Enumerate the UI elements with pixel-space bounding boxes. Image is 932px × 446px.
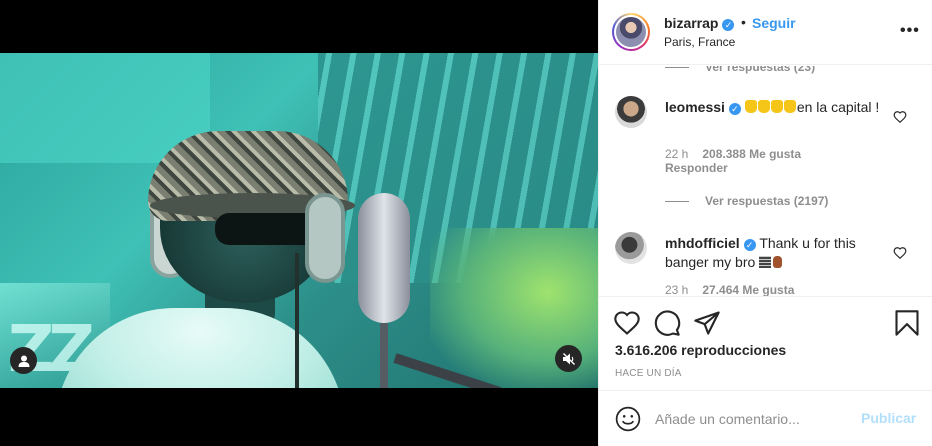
owner-username: bizarrap [664,15,719,31]
follow-button[interactable]: Seguir [752,15,796,31]
peace-hand-emoji-icon [773,256,783,268]
user-tag-icon [18,355,29,367]
heart-icon[interactable] [613,309,641,337]
post-timestamp[interactable]: Hace un día [615,368,682,379]
comment-meta: 22 h 208.388 Me gusta [665,147,801,161]
video-headphone-cord [295,253,299,388]
view-replies-label: Ver respuestas (23) [705,66,816,74]
comment-text: en la capital ! [796,99,880,115]
comment-avatar[interactable] [615,96,647,128]
verified-badge-icon: ✓ [743,239,756,251]
clap-emoji-icon [744,99,797,115]
comment-body: mhdofficiel ✓ Thank u for this banger my … [665,234,890,272]
view-replies-label: Ver respuestas (2197) [705,194,829,208]
comment-username[interactable]: mhdofficiel [665,235,740,251]
comment-username[interactable]: leomessi [665,99,725,115]
verified-badge-icon: ✓ [728,103,741,115]
comment-input[interactable] [655,408,855,430]
comments-list[interactable]: Ver respuestas (23) leomessi ✓ en la capi… [599,66,932,296]
bookmark-icon[interactable] [893,309,921,337]
post-header: bizarrap ✓ • Seguir Paris, France ••• [599,0,932,65]
comment-likes[interactable]: 208.388 Me gusta [702,147,801,161]
view-replies-button[interactable]: Ver respuestas (23) [665,66,815,74]
smile-icon[interactable] [615,406,641,432]
video-headphone-right [305,193,345,283]
comment-icon[interactable] [653,309,681,337]
owner-username-link[interactable]: bizarrap ✓ [664,15,735,31]
muted-speaker-icon [562,352,575,365]
comment-time[interactable]: 22 h [665,147,688,161]
replies-divider [665,66,689,68]
comment-meta: 23 h 27.464 Me gusta [665,283,794,296]
action-bar [599,296,932,346]
share-icon[interactable] [693,309,721,337]
verified-badge-icon: ✓ [722,19,735,31]
header-separator: • [741,14,746,30]
comment-heart-icon[interactable] [893,246,907,260]
owner-avatar[interactable] [612,13,650,51]
view-replies-button[interactable]: Ver respuestas (2197) [665,194,828,208]
comment-item: leomessi ✓ en la capital ! 22 h 208.388 Me… [615,96,932,206]
tagged-users-button[interactable] [10,347,37,374]
comment-item: mhdofficiel ✓ Thank u for this banger my … [615,232,932,296]
mute-toggle-button[interactable] [555,345,582,372]
comment-avatar[interactable] [615,232,647,264]
add-comment-bar: Publicar [599,390,932,446]
post-sidebar: bizarrap ✓ • Seguir Paris, France ••• Ver… [598,0,932,446]
video-player[interactable]: ZZ [0,53,598,388]
owner-avatar-image [616,17,646,47]
comment-time[interactable]: 23 h [665,283,688,296]
reply-button[interactable]: Responder [665,161,728,175]
video-pane[interactable]: ZZ [0,0,598,446]
post-comment-button[interactable]: Publicar [861,410,916,426]
location-link[interactable]: Paris, France [664,35,735,49]
comment-body: leomessi ✓ en la capital ! [665,98,890,117]
replies-divider [665,200,689,202]
view-count[interactable]: 3.616.206 reproducciones [615,342,786,358]
video-microphone [358,193,410,323]
slider-emoji-icon [759,256,772,268]
comment-heart-icon[interactable] [893,110,907,124]
video-mic-stand [380,323,388,388]
comment-likes[interactable]: 27.464 Me gusta [702,283,794,296]
more-options-button[interactable]: ••• [900,22,920,40]
